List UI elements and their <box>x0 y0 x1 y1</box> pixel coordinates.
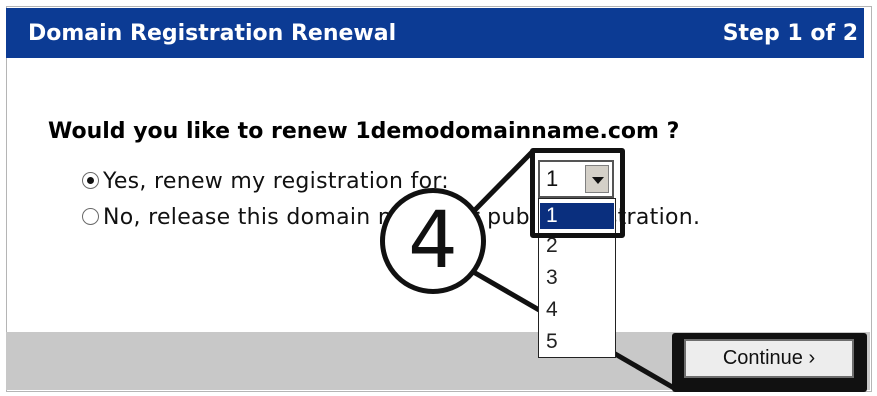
dropdown-option-3[interactable]: 3 <box>540 265 614 291</box>
callout-highlight-select <box>530 148 625 238</box>
dropdown-option-5[interactable]: 5 <box>540 329 614 355</box>
callout-number-badge: 4 <box>380 188 486 294</box>
dropdown-option-4[interactable]: 4 <box>540 297 614 323</box>
